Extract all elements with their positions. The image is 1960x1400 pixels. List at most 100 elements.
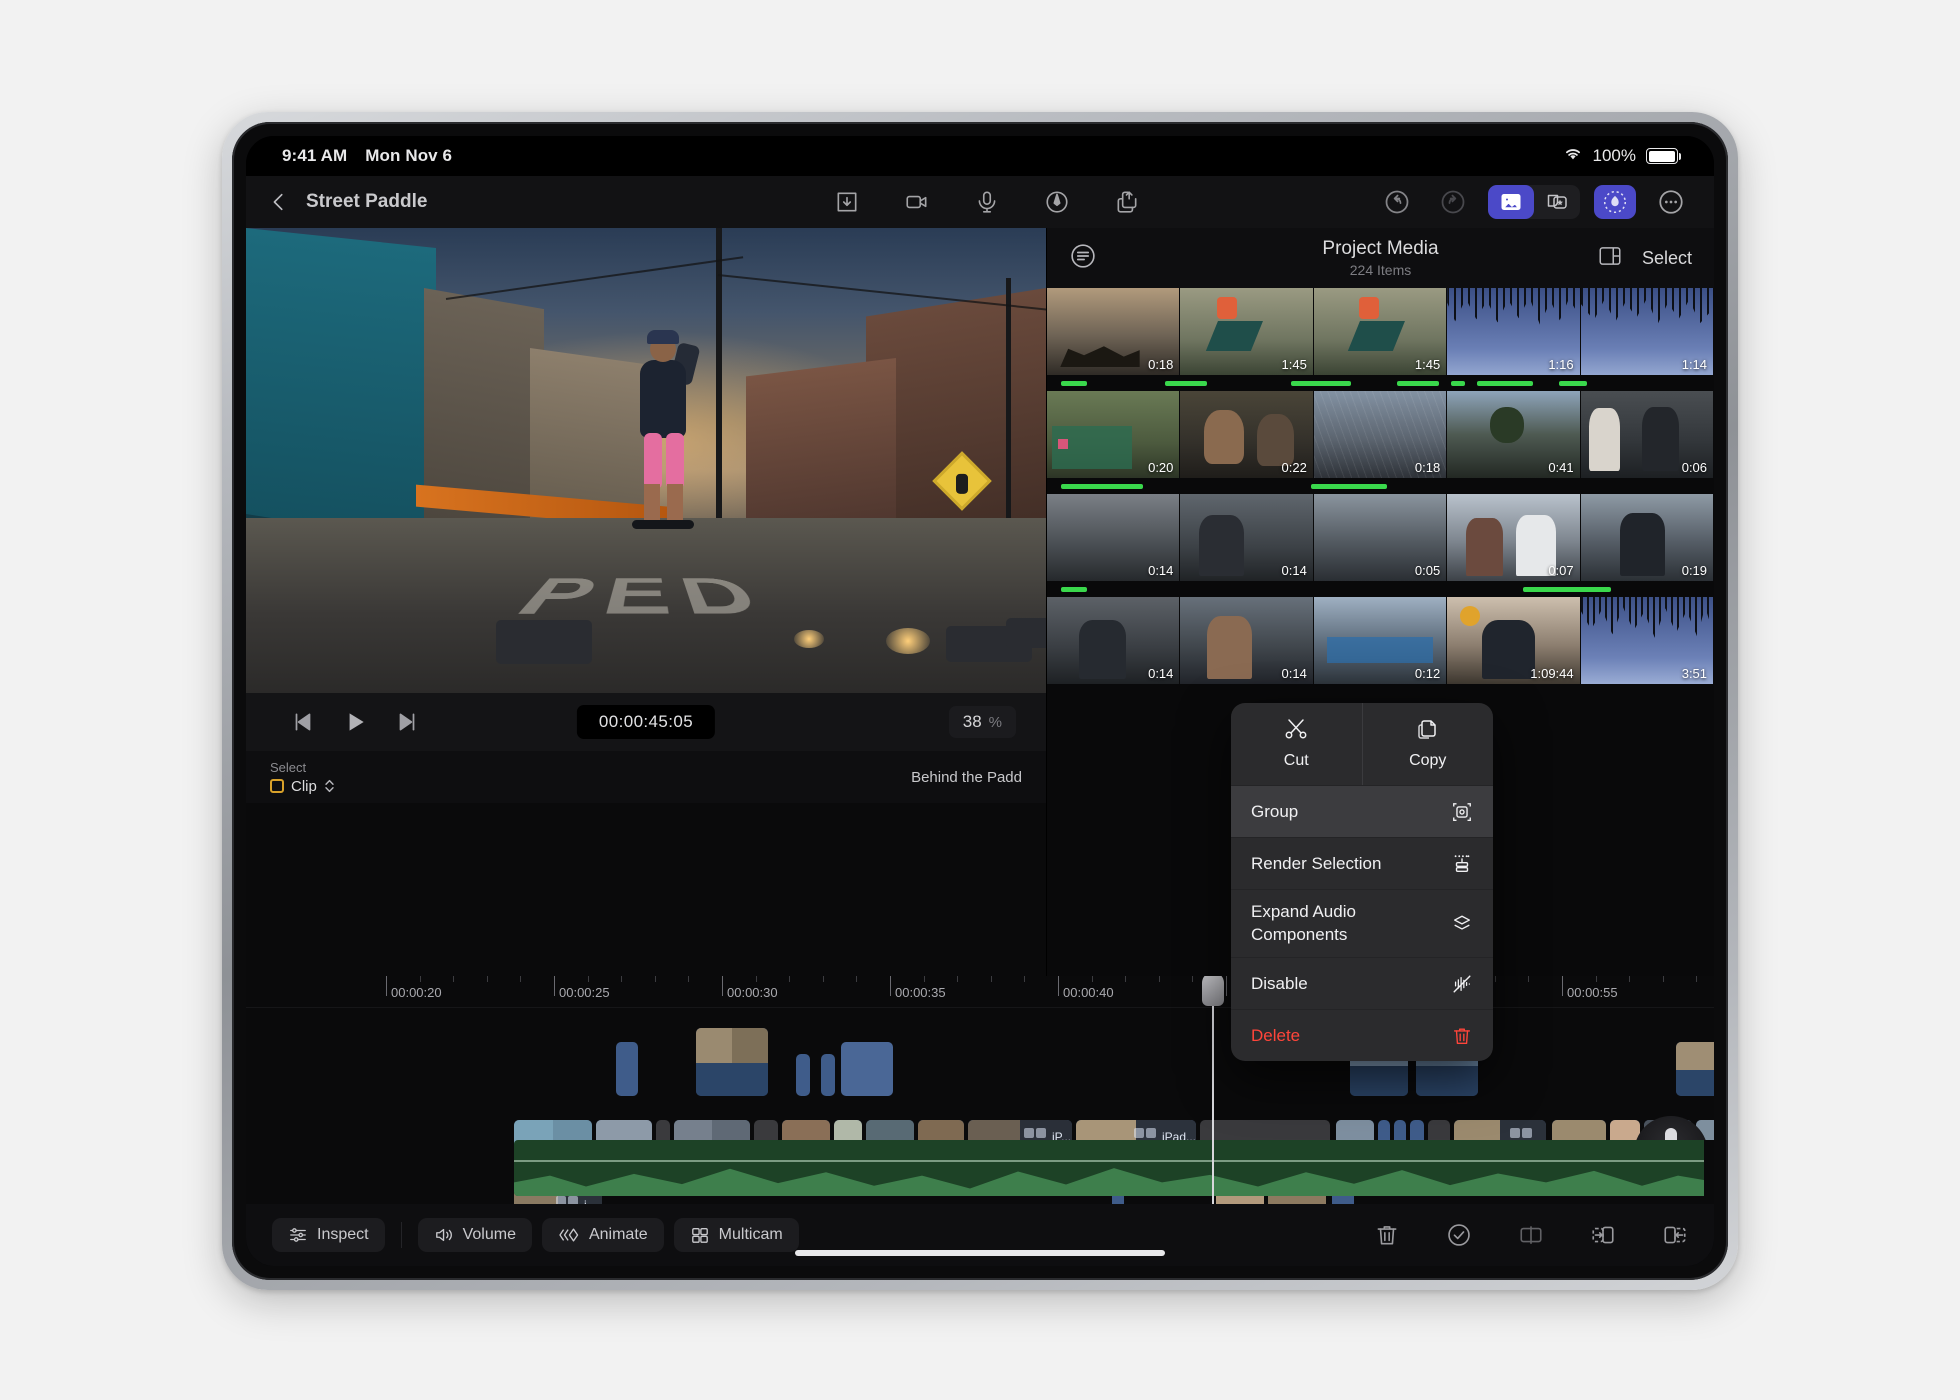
share-button[interactable] xyxy=(1114,189,1140,215)
trash-icon xyxy=(1451,1025,1473,1047)
select-mode-stepper[interactable]: Clip xyxy=(270,778,335,795)
effects-browser-tab[interactable] xyxy=(1534,185,1580,219)
media-item[interactable]: 0:14 xyxy=(1180,494,1313,581)
import-media-button[interactable] xyxy=(834,189,860,215)
playhead-handle[interactable] xyxy=(1202,976,1224,1006)
media-item[interactable]: 0:18 xyxy=(1314,391,1447,478)
media-item[interactable]: 0:20 xyxy=(1047,391,1180,478)
media-item[interactable]: 0:14 xyxy=(1047,494,1180,581)
volume-button[interactable]: Volume xyxy=(418,1218,532,1252)
video-preview[interactable]: PED xyxy=(246,228,1046,693)
status-time: 9:41 AM xyxy=(282,146,347,166)
context-menu-item-group[interactable]: Group xyxy=(1231,785,1493,837)
browser-segmented-control[interactable] xyxy=(1488,185,1580,219)
media-item[interactable]: 0:14 xyxy=(1047,597,1180,684)
ruler-label: 00:00:35 xyxy=(890,985,946,1000)
timeline-ruler[interactable]: 00:00:2000:00:2500:00:3000:00:3500:00:40… xyxy=(246,976,1714,1008)
media-duration: 3:51 xyxy=(1682,666,1707,681)
media-row: 0:14 0:14 0:05 0:07 0:19 xyxy=(1047,494,1714,581)
timeline-playhead[interactable] xyxy=(1212,976,1214,1204)
inspect-button[interactable]: Inspect xyxy=(272,1218,385,1252)
more-options-button[interactable] xyxy=(1650,185,1692,219)
speaker-icon xyxy=(434,1226,454,1244)
media-item[interactable]: 0:19 xyxy=(1581,494,1714,581)
clip-context-menu[interactable]: Cut Copy Group xyxy=(1231,703,1493,1061)
ipad-screen: 9:41 AM Mon Nov 6 100% xyxy=(246,136,1714,1266)
media-item[interactable]: 0:12 xyxy=(1314,597,1447,684)
media-item[interactable]: 0:18 xyxy=(1047,288,1180,375)
media-item[interactable]: 0:14 xyxy=(1180,597,1313,684)
insert-left-button[interactable] xyxy=(1590,1222,1616,1248)
media-item-audio[interactable]: 1:16 xyxy=(1447,288,1580,375)
confirm-button[interactable] xyxy=(1446,1222,1472,1248)
toolbar-divider xyxy=(401,1222,402,1248)
insert-right-button[interactable] xyxy=(1662,1222,1688,1248)
media-item-audio[interactable]: 3:51 xyxy=(1581,597,1714,684)
context-copy-button[interactable]: Copy xyxy=(1362,703,1494,785)
media-select-button[interactable]: Select xyxy=(1642,248,1692,269)
color-draw-button[interactable] xyxy=(1044,189,1070,215)
copy-pages-icon xyxy=(1416,718,1440,745)
back-button[interactable] xyxy=(268,191,290,213)
media-duration: 1:16 xyxy=(1548,357,1573,372)
media-duration: 1:14 xyxy=(1682,357,1707,372)
context-menu-item-disable[interactable]: Disable xyxy=(1231,957,1493,1009)
play-button[interactable] xyxy=(342,709,368,735)
media-row: 0:20 0:22 0:18 0:41 0:06 xyxy=(1047,391,1714,478)
delete-clip-button[interactable] xyxy=(1374,1222,1400,1248)
media-item[interactable]: 0:07 xyxy=(1447,494,1580,581)
ruler-minor-tick xyxy=(1192,976,1193,982)
record-voiceover-button[interactable] xyxy=(974,189,1000,215)
playback-controls: 00:00:45:05 38 % xyxy=(246,693,1046,751)
timeline-panel[interactable]: 00:00:2000:00:2500:00:3000:00:3500:00:40… xyxy=(246,976,1714,1204)
context-menu-item-render-selection[interactable]: Render Selection xyxy=(1231,837,1493,889)
filter-lines-icon[interactable] xyxy=(1069,242,1097,275)
skip-forward-button[interactable] xyxy=(394,709,420,735)
media-browser-tab[interactable] xyxy=(1488,185,1534,219)
context-item-label: Delete xyxy=(1251,1026,1300,1046)
media-row: 0:18 1:45 1:45 1:16 1:14 xyxy=(1047,288,1714,375)
media-item[interactable]: 0:06 xyxy=(1581,391,1714,478)
media-duration: 0:20 xyxy=(1148,460,1173,475)
music-clip-main[interactable] xyxy=(514,1140,1714,1196)
split-clip-button[interactable] xyxy=(1518,1222,1544,1248)
media-marker-strip xyxy=(1047,478,1714,494)
media-item[interactable]: 0:41 xyxy=(1447,391,1580,478)
media-item[interactable]: 1:09:44 xyxy=(1447,597,1580,684)
redo-button[interactable] xyxy=(1432,185,1474,219)
ruler-label: 00:00:40 xyxy=(1058,985,1114,1000)
battery-percent: 100% xyxy=(1593,146,1636,166)
inspector-button[interactable] xyxy=(1594,185,1636,219)
context-menu-item-expand-audio-components[interactable]: Expand Audio Components xyxy=(1231,889,1493,957)
ruler-minor-tick xyxy=(1696,976,1697,982)
screenshot-root: 9:41 AM Mon Nov 6 100% xyxy=(0,0,1960,1400)
status-date: Mon Nov 6 xyxy=(365,146,452,166)
panel-layout-icon[interactable] xyxy=(1596,243,1624,274)
app-toolbar: Street Paddle xyxy=(246,176,1714,228)
media-duration: 0:22 xyxy=(1282,460,1307,475)
multicam-button[interactable]: Multicam xyxy=(674,1218,799,1252)
record-video-button[interactable] xyxy=(904,189,930,215)
chip-label: Inspect xyxy=(317,1226,369,1244)
ruler-minor-tick xyxy=(453,976,454,982)
media-item-audio[interactable]: 1:14 xyxy=(1581,288,1714,375)
wifi-icon xyxy=(1563,146,1583,166)
ruler-minor-tick xyxy=(924,976,925,982)
skip-back-button[interactable] xyxy=(290,709,316,735)
media-item[interactable]: 1:45 xyxy=(1314,288,1447,375)
animate-button[interactable]: Animate xyxy=(542,1218,664,1252)
home-indicator[interactable] xyxy=(795,1250,1165,1256)
timecode-display[interactable]: 00:00:45:05 xyxy=(577,705,715,739)
context-cut-button[interactable]: Cut xyxy=(1231,703,1362,785)
media-item[interactable]: 0:05 xyxy=(1314,494,1447,581)
zoom-level-control[interactable]: 38 % xyxy=(949,706,1016,738)
ruler-minor-tick xyxy=(856,976,857,982)
media-item[interactable]: 1:45 xyxy=(1180,288,1313,375)
ruler-minor-tick xyxy=(756,976,757,982)
timeline-music-track[interactable]: Music Composition xyxy=(514,1140,1714,1196)
context-menu-item-delete[interactable]: Delete xyxy=(1231,1009,1493,1061)
media-item[interactable]: 0:22 xyxy=(1180,391,1313,478)
undo-button[interactable] xyxy=(1376,185,1418,219)
timeline-connected-track[interactable] xyxy=(246,1008,1714,1116)
grid-four-icon xyxy=(690,1226,710,1244)
